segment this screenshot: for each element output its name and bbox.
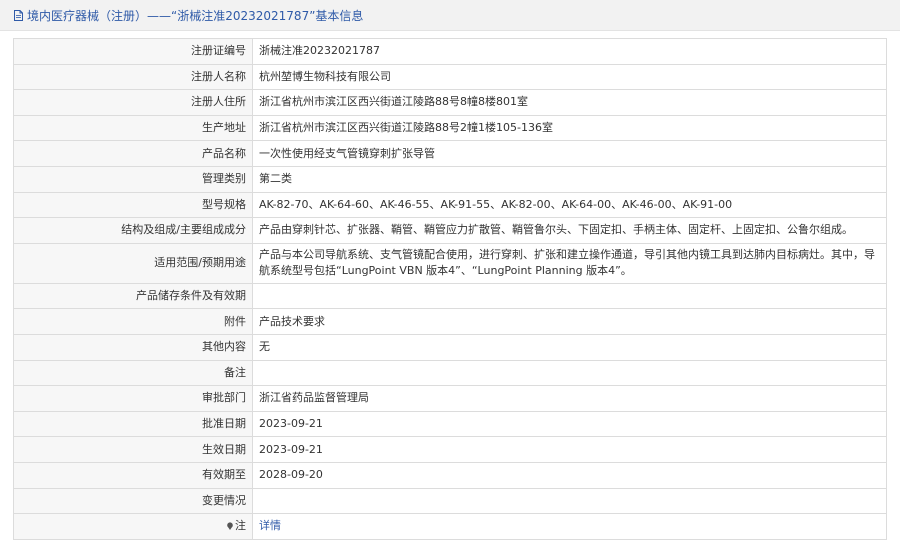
- row-label-registrant-address: 注册人住所: [13, 89, 253, 116]
- table-row: 其他内容 无: [13, 333, 887, 361]
- row-value-production-address: 浙江省杭州市滨江区西兴街道江陵路88号2幢1楼105-136室: [252, 114, 887, 142]
- row-value-change-history: [252, 487, 887, 515]
- table-row: 注册证编号 浙械注准20232021787: [13, 38, 887, 65]
- row-label-model-spec: 型号规格: [13, 191, 253, 219]
- row-value-registrant-name: 杭州堃博生物科技有限公司: [252, 63, 887, 91]
- row-value-other-content: 无: [252, 333, 887, 361]
- details-link[interactable]: 详情: [259, 519, 281, 532]
- page-header: 境内医疗器械（注册）——“浙械注准20232021787”基本信息: [0, 0, 900, 31]
- row-label-storage: 产品储存条件及有效期: [13, 282, 253, 310]
- table-row: 注册人名称 杭州堃博生物科技有限公司: [13, 63, 887, 91]
- row-label-management-category: 管理类别: [13, 165, 253, 193]
- table-row: 审批部门 浙江省药品监督管理局: [13, 385, 887, 412]
- row-label-registration-number: 注册证编号: [13, 38, 253, 65]
- row-label-approval-date: 批准日期: [13, 410, 253, 438]
- row-label-product-name: 产品名称: [13, 140, 253, 167]
- table-row: 注册人住所 浙江省杭州市滨江区西兴街道江陵路88号8幢8楼801室: [13, 89, 887, 116]
- table-row: 结构及组成/主要组成成分 产品由穿刺针芯、扩张器、鞘管、鞘管应力扩散管、鞘管鲁尔…: [13, 217, 887, 244]
- info-table-container: 注册证编号 浙械注准20232021787 注册人名称 杭州堃博生物科技有限公司…: [13, 38, 887, 540]
- row-value-note: 详情: [252, 513, 887, 540]
- note-label-text: 注: [235, 519, 246, 533]
- row-value-approval-dept: 浙江省药品监督管理局: [252, 385, 887, 412]
- page-title: 境内医疗器械（注册）——“浙械注准20232021787”基本信息: [27, 8, 364, 23]
- table-row: 产品名称 一次性使用经支气管镜穿刺扩张导管: [13, 140, 887, 167]
- row-label-structure: 结构及组成/主要组成成分: [13, 217, 253, 244]
- row-label-intended-use: 适用范围/预期用途: [13, 242, 253, 284]
- table-row: 产品储存条件及有效期: [13, 282, 887, 310]
- row-value-intended-use: 产品与本公司导航系统、支气管镜配合使用，进行穿刺、扩张和建立操作通道，导引其他内…: [252, 242, 887, 284]
- row-label-registrant-name: 注册人名称: [13, 63, 253, 91]
- table-row: 管理类别 第二类: [13, 165, 887, 193]
- table-row: 备注: [13, 359, 887, 387]
- table-row: 有效期至 2028-09-20: [13, 461, 887, 489]
- table-row: 型号规格 AK-82-70、AK-64-60、AK-46-55、AK-91-55…: [13, 191, 887, 219]
- document-icon: [14, 9, 23, 21]
- table-row: 批准日期 2023-09-21: [13, 410, 887, 438]
- table-row: 适用范围/预期用途 产品与本公司导航系统、支气管镜配合使用，进行穿刺、扩张和建立…: [13, 242, 887, 284]
- row-value-attachment: 产品技术要求: [252, 308, 887, 335]
- row-value-product-name: 一次性使用经支气管镜穿刺扩张导管: [252, 140, 887, 167]
- row-label-change-history: 变更情况: [13, 487, 253, 515]
- row-label-attachment: 附件: [13, 308, 253, 335]
- row-label-remarks: 备注: [13, 359, 253, 387]
- table-row: 变更情况: [13, 487, 887, 515]
- row-value-structure: 产品由穿刺针芯、扩张器、鞘管、鞘管应力扩散管、鞘管鲁尔头、下固定扣、手柄主体、固…: [252, 217, 887, 244]
- row-value-storage: [252, 282, 887, 310]
- row-label-note: 注: [13, 513, 253, 540]
- table-row: 附件 产品技术要求: [13, 308, 887, 335]
- table-row: 生产地址 浙江省杭州市滨江区西兴街道江陵路88号2幢1楼105-136室: [13, 114, 887, 142]
- row-label-effective-date: 生效日期: [13, 436, 253, 463]
- row-value-valid-until: 2028-09-20: [252, 461, 887, 489]
- location-pin-icon: [227, 522, 233, 531]
- row-value-remarks: [252, 359, 887, 387]
- table-row: 生效日期 2023-09-21: [13, 436, 887, 463]
- info-table: 注册证编号 浙械注准20232021787 注册人名称 杭州堃博生物科技有限公司…: [13, 38, 887, 540]
- row-label-valid-until: 有效期至: [13, 461, 253, 489]
- row-value-approval-date: 2023-09-21: [252, 410, 887, 438]
- row-value-management-category: 第二类: [252, 165, 887, 193]
- row-value-effective-date: 2023-09-21: [252, 436, 887, 463]
- row-label-production-address: 生产地址: [13, 114, 253, 142]
- row-value-registrant-address: 浙江省杭州市滨江区西兴街道江陵路88号8幢8楼801室: [252, 89, 887, 116]
- row-value-registration-number: 浙械注准20232021787: [252, 38, 887, 65]
- row-value-model-spec: AK-82-70、AK-64-60、AK-46-55、AK-91-55、AK-8…: [252, 191, 887, 219]
- row-label-approval-dept: 审批部门: [13, 385, 253, 412]
- table-row: 注 详情: [13, 513, 887, 540]
- row-label-other-content: 其他内容: [13, 333, 253, 361]
